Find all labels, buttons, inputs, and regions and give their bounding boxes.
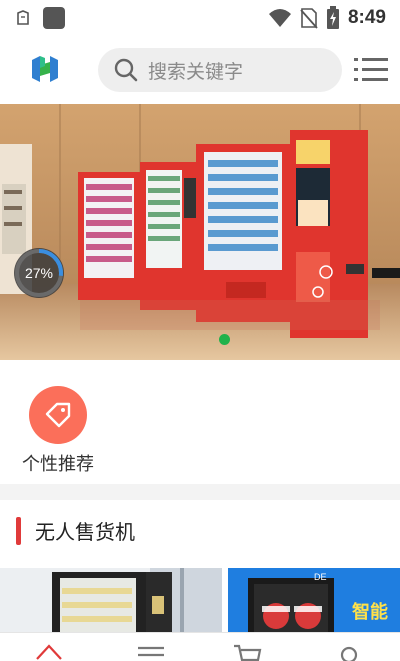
- thumbnail-caption: 智能: [352, 602, 388, 623]
- list-menu-icon[interactable]: [354, 54, 388, 86]
- header: 搜索关键字: [0, 36, 400, 104]
- thumbnail-tag: DE: [314, 572, 327, 582]
- profile-icon[interactable]: [334, 643, 364, 661]
- section-title: 无人售货机: [35, 520, 135, 544]
- search-placeholder: 搜索关键字: [148, 60, 244, 83]
- app-logo[interactable]: [28, 52, 62, 86]
- section-divider: [0, 484, 400, 500]
- recommend-label: 个性推荐: [22, 454, 94, 475]
- carousel-indicator[interactable]: [219, 334, 230, 345]
- progress-value: 27%: [24, 265, 54, 281]
- bottom-tab-bar: [0, 632, 400, 661]
- app-icon: [43, 7, 65, 29]
- notification-icon: [17, 10, 29, 25]
- recommend-link[interactable]: 个性推荐: [18, 386, 98, 476]
- search-icon: [114, 58, 138, 82]
- section-accent-bar: [16, 516, 21, 545]
- vending-machines-photo: [0, 104, 400, 360]
- product-thumbnails: DE 智能: [0, 568, 400, 632]
- wifi-icon: [268, 9, 291, 27]
- product-card-2[interactable]: DE 智能: [228, 568, 400, 632]
- no-sim-icon: [300, 8, 318, 29]
- vending-machine-image: [0, 568, 222, 632]
- list-icon[interactable]: [136, 643, 166, 661]
- status-bar: 8:49: [0, 0, 400, 36]
- search-bar[interactable]: 搜索关键字: [98, 48, 342, 92]
- clock: 8:49: [347, 7, 386, 28]
- home-icon[interactable]: [34, 643, 64, 661]
- promo-banner[interactable]: 27%: [0, 104, 400, 360]
- section-header: 无人售货机: [16, 516, 135, 545]
- tag-icon: [29, 386, 87, 444]
- cart-icon[interactable]: [232, 643, 262, 661]
- product-card-1[interactable]: [0, 568, 222, 632]
- battery-charging-icon: [326, 6, 339, 29]
